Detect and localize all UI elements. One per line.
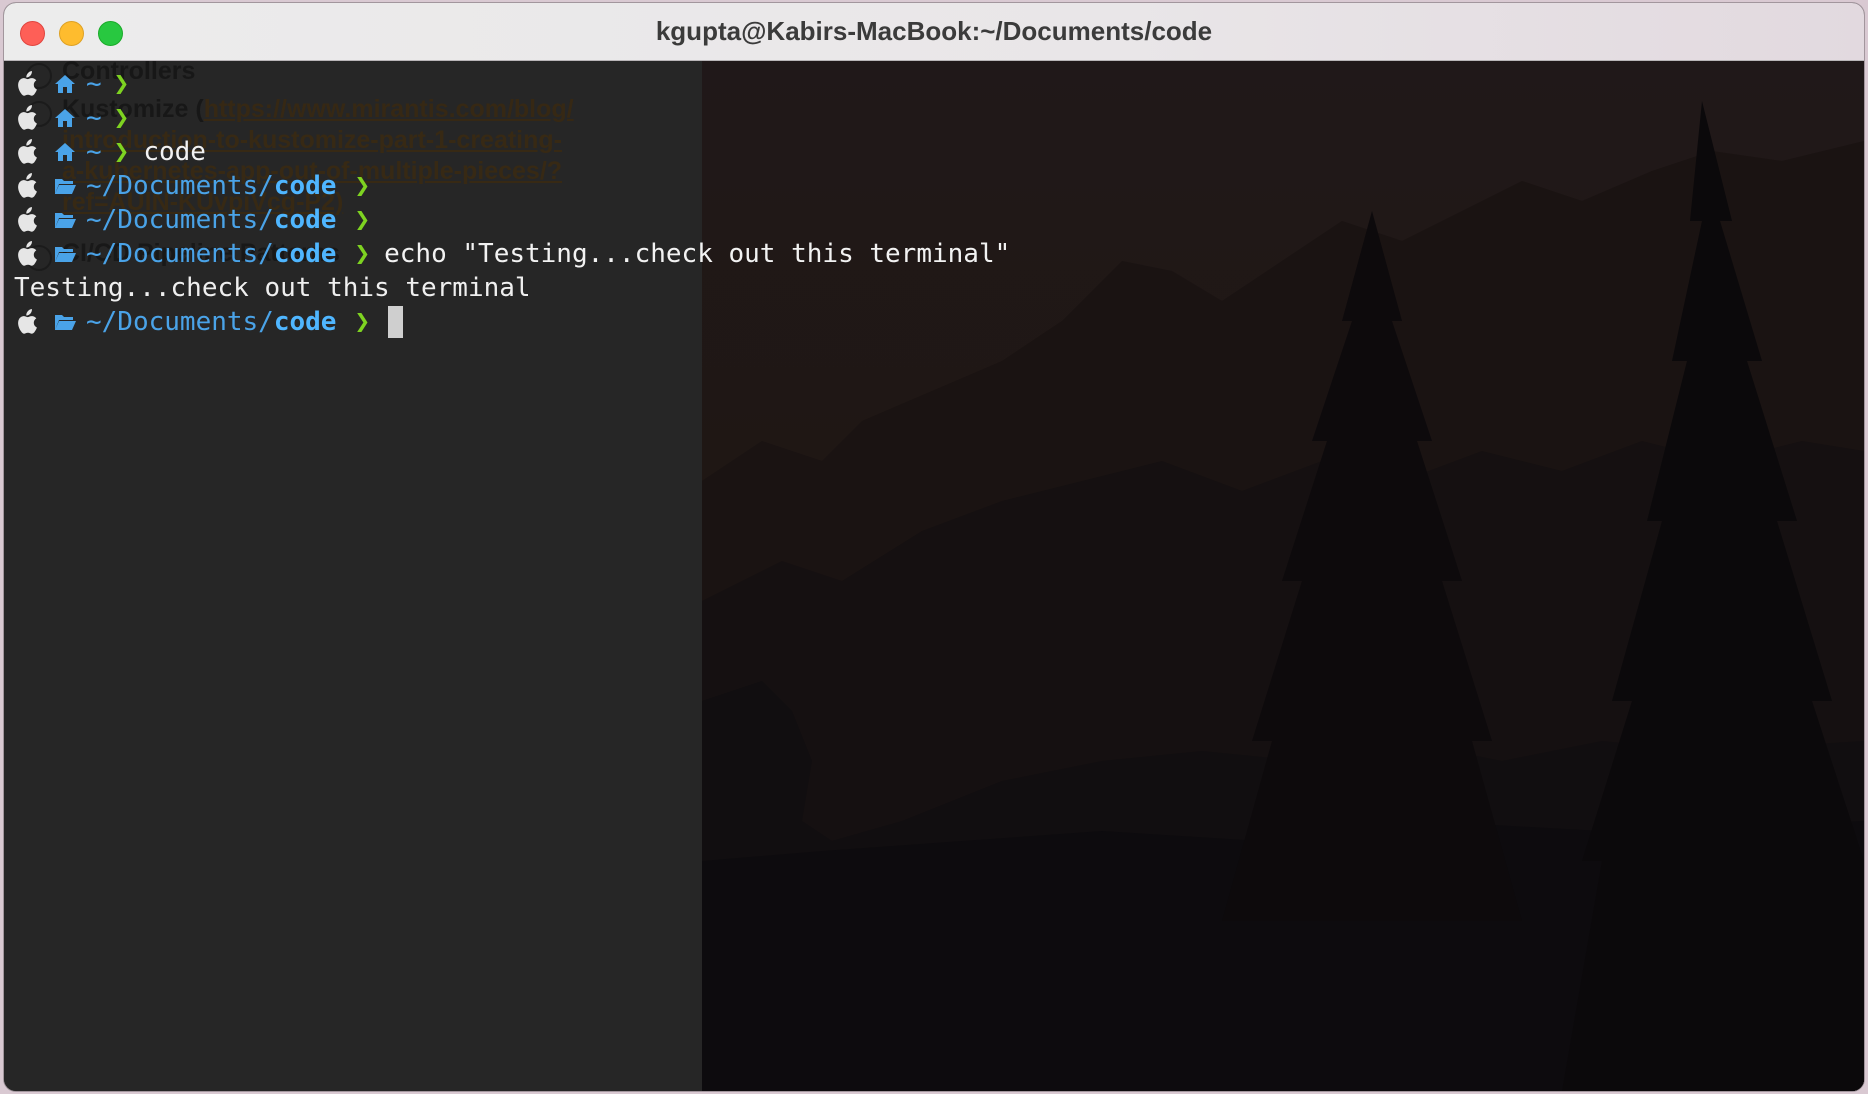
terminal-window[interactable]: kgupta@Kabirs-MacBook:~/Documents/code C… xyxy=(4,3,1864,1091)
prompt-line: ~ ❯ xyxy=(14,67,1010,101)
prompt-path: ~/Documents/code xyxy=(86,169,336,203)
prompt-line: ~/Documents/code ❯ echo "Testing...check… xyxy=(14,237,1010,271)
prompt-path-current: code xyxy=(273,307,337,337)
prompt-symbol: ❯ xyxy=(113,103,130,133)
title-bar[interactable]: kgupta@Kabirs-MacBook:~/Documents/code xyxy=(4,3,1864,61)
apple-icon xyxy=(18,105,37,130)
prompt-path: ~/Documents/code xyxy=(86,203,336,237)
prompt-symbol: ❯ xyxy=(354,307,371,337)
prompt-path-prefix: ~/Documents/ xyxy=(86,205,274,235)
prompt-line: ~/Documents/code ❯ xyxy=(14,203,1010,237)
text-cursor[interactable] xyxy=(388,306,404,338)
active-prompt-line[interactable]: ~/Documents/code ❯ xyxy=(14,305,1010,339)
prompt-path: ~ xyxy=(86,137,102,167)
command-text: echo "Testing...check out this terminal" xyxy=(384,239,1011,269)
apple-icon xyxy=(18,71,37,96)
command-output: Testing...check out this terminal xyxy=(14,273,531,303)
prompt-symbol: ❯ xyxy=(354,239,371,269)
home-icon xyxy=(55,143,75,161)
command-text: code xyxy=(143,137,206,167)
folder-icon xyxy=(55,179,76,194)
prompt-path-prefix: ~/Documents/ xyxy=(86,171,274,201)
terminal-content[interactable]: Controllers Kustomize (https://www.miran… xyxy=(4,61,1864,1091)
prompt-line: ~/Documents/code ❯ xyxy=(14,169,1010,203)
apple-icon xyxy=(18,241,37,266)
prompt-path: ~ xyxy=(86,69,102,99)
terminal-text[interactable]: ~ ❯ ~ ❯ ~ ❯ code ~/Documents/code ❯ ~/Do… xyxy=(14,67,1010,339)
prompt-path: ~/Documents/code xyxy=(86,305,336,339)
prompt-path-prefix: ~/Documents/ xyxy=(86,239,274,269)
folder-icon xyxy=(55,213,76,228)
home-icon xyxy=(55,75,75,93)
folder-icon xyxy=(55,315,76,330)
prompt-path-prefix: ~/Documents/ xyxy=(86,307,274,337)
apple-icon xyxy=(18,139,37,164)
prompt-path: ~/Documents/code xyxy=(86,237,336,271)
prompt-symbol: ❯ xyxy=(354,171,371,201)
prompt-path-current: code xyxy=(273,239,337,269)
prompt-symbol: ❯ xyxy=(354,205,371,235)
apple-icon xyxy=(18,207,37,232)
prompt-line: ~ ❯ xyxy=(14,101,1010,135)
prompt-path-current: code xyxy=(273,171,337,201)
folder-icon xyxy=(55,247,76,262)
apple-icon xyxy=(18,309,37,334)
window-title: kgupta@Kabirs-MacBook:~/Documents/code xyxy=(655,16,1213,46)
prompt-path: ~ xyxy=(86,103,102,133)
prompt-path-current: code xyxy=(273,205,337,235)
prompt-symbol: ❯ xyxy=(113,69,130,99)
apple-icon xyxy=(18,173,37,198)
prompt-symbol: ❯ xyxy=(113,137,130,167)
prompt-line: ~ ❯ code xyxy=(14,135,1010,169)
home-icon xyxy=(55,109,75,127)
